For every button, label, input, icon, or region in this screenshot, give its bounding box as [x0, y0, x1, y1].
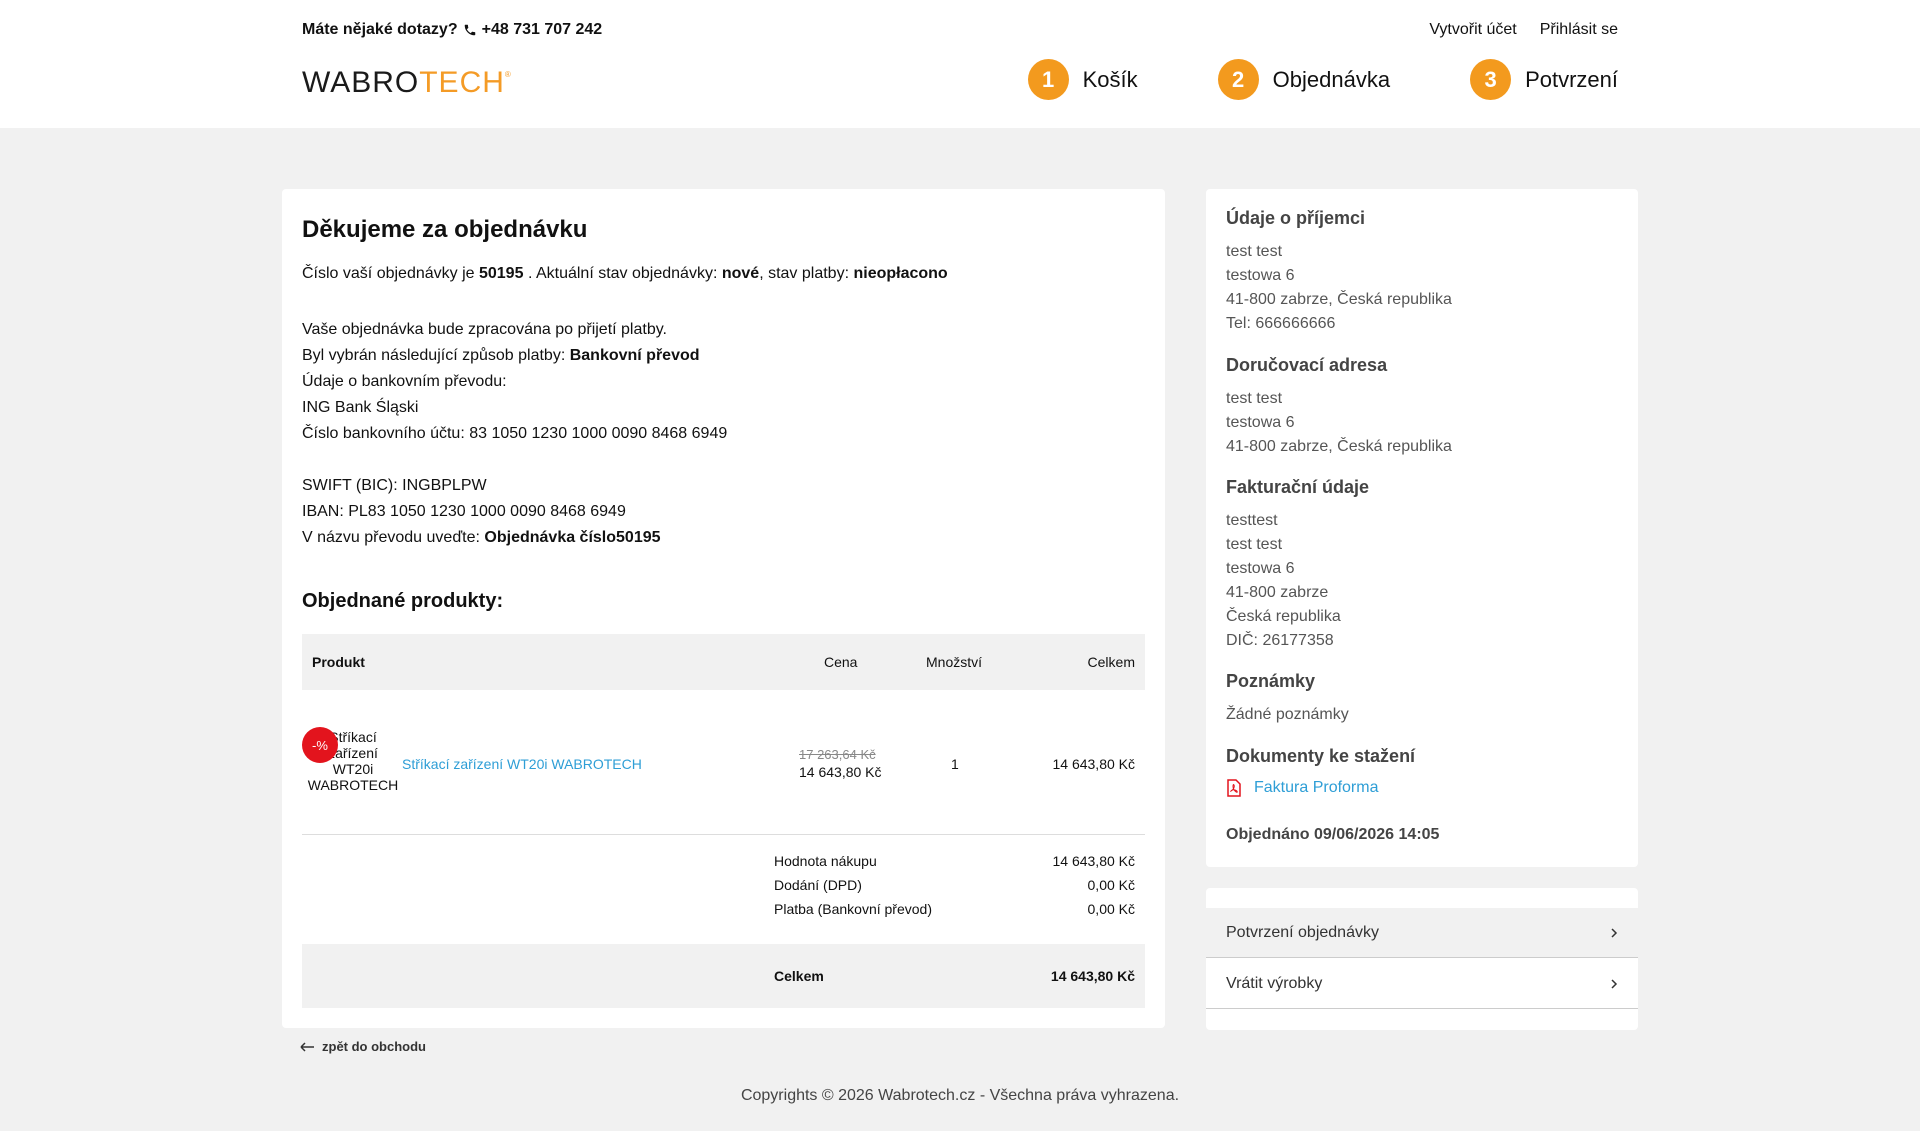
nav-return-products[interactable]: Vrátit výrobky [1206, 959, 1638, 1009]
products-title: Objednané produkty: [302, 590, 504, 612]
create-account-link[interactable]: Vytvořit účet [1429, 21, 1516, 39]
discount-badge: -% [302, 727, 338, 763]
table-row: Stříkací zařízení WT20i WABROTECH -% Stř… [302, 691, 1145, 835]
order-navigation: Potvrzení objednávky Vrátit výrobky [1206, 888, 1638, 1030]
order-status: nové [721, 265, 760, 282]
row-total: 14 643,80 Kč [1052, 756, 1135, 772]
swift-code: SWIFT (BIC): INGBPLPW [302, 477, 487, 494]
login-link[interactable]: Přihlásit se [1540, 21, 1618, 39]
documents-title: Dokumenty ke stažení [1226, 746, 1416, 766]
column-qty: Množství [926, 654, 983, 670]
site-header: Máte nějaké dotazy? +48 731 707 242 Vytv… [0, 0, 1920, 128]
order-status-line: Číslo vaší objednávky je 50195 . Aktuáln… [302, 265, 948, 282]
pdf-icon [1227, 779, 1241, 797]
contact-question: Máte nějaké dotazy? [302, 21, 458, 38]
recipient-details: test test testowa 6 41-800 zabrze, Česká… [1226, 243, 1452, 332]
price: 14 643,80 Kč [799, 764, 882, 780]
step-order: 2 Objednávka [1217, 59, 1391, 100]
footer-copyright: Copyrights © 2026 Wabrotech.cz - Všechna… [740, 1087, 1180, 1104]
product-link[interactable]: Stříkací zařízení WT20i WABROTECH [402, 756, 642, 772]
column-price: Cena [824, 654, 858, 670]
step-label: Objednávka [1272, 66, 1391, 92]
grand-total: Celkem 14 643,80 Kč [302, 944, 1145, 1008]
main-content: Děkujeme za objednávku Číslo vaší objedn… [282, 189, 1638, 1054]
checkout-steps: 1 Košík 2 Objednávka 3 Potvrzení [1027, 59, 1618, 100]
customer-details-card: Údaje o příjemci test test testowa 6 41-… [1206, 189, 1638, 867]
step-label: Košík [1082, 66, 1138, 92]
chevron-right-icon [1611, 978, 1618, 989]
phone-number[interactable]: +48 731 707 242 [482, 21, 603, 39]
bank-name: ING Bank Śląski [302, 399, 419, 416]
back-to-shop-link[interactable]: zpět do obchodu [300, 1039, 426, 1054]
contact-info: Máte nějaké dotazy? +48 731 707 242 [302, 21, 602, 39]
column-total: Celkem [1087, 654, 1135, 670]
summary-row: Hodnota nákupu 14 643,80 Kč [774, 853, 1135, 869]
proforma-invoice-link[interactable]: Faktura Proforma [1226, 779, 1378, 797]
nav-order-confirmation[interactable]: Potvrzení objednávky [1206, 908, 1638, 958]
chevron-right-icon [1611, 927, 1618, 938]
ordered-at: Objednáno 09/06/2026 14:05 [1226, 826, 1440, 843]
billing-details: testtest test test testowa 6 41-800 zabr… [1226, 512, 1341, 649]
payment-method: Bankovní převod [569, 347, 700, 364]
recipient-title: Údaje o příjemci [1226, 208, 1366, 228]
order-summary: Hodnota nákupu 14 643,80 Kč Dodání (DPD)… [302, 853, 1145, 925]
logo[interactable]: WABROTECH® [302, 66, 512, 100]
phone-icon [464, 24, 475, 36]
step-cart: 1 Košík [1027, 59, 1138, 100]
step-number: 3 [1470, 59, 1512, 100]
step-number: 2 [1217, 59, 1259, 100]
payment-status: nieopłacono [853, 265, 948, 282]
column-product: Produkt [312, 654, 365, 670]
summary-row: Platba (Bankovní převod) 0,00 Kč [774, 901, 1135, 917]
iban: IBAN: PL83 1050 1230 1000 0090 8468 6949 [302, 503, 626, 520]
notes-text: Žádné poznámky [1226, 706, 1349, 723]
account-number: Číslo bankovního účtu: 83 1050 1230 1000… [302, 425, 728, 442]
step-label: Potvrzení [1525, 66, 1618, 92]
payment-info: Vaše objednávka bude zpracována po přije… [302, 317, 727, 447]
delivery-title: Doručovací adresa [1226, 355, 1388, 375]
account-links: Vytvořit účet Přihlásit se [1429, 21, 1618, 39]
step-number: 1 [1027, 59, 1069, 100]
quantity: 1 [951, 756, 959, 772]
order-card: Děkujeme za objednávku Číslo vaší objedn… [282, 189, 1165, 1028]
old-price: 17 263,64 Kč [799, 747, 876, 762]
notes-title: Poznámky [1226, 671, 1316, 691]
delivery-details: test test testowa 6 41-800 zabrze, Česká… [1226, 390, 1452, 455]
transfer-title: Objednávka číslo50195 [484, 529, 661, 546]
step-confirmation: 3 Potvrzení [1470, 59, 1618, 100]
order-number: 50195 [478, 265, 524, 282]
billing-title: Fakturační údaje [1226, 477, 1370, 497]
page-title: Děkujeme za objednávku [302, 216, 588, 243]
arrow-left-icon [300, 1041, 314, 1052]
products-table-header: Produkt Cena Množství Celkem [302, 634, 1145, 690]
summary-row: Dodání (DPD) 0,00 Kč [774, 877, 1135, 893]
bank-codes: SWIFT (BIC): INGBPLPW IBAN: PL83 1050 12… [302, 473, 661, 551]
